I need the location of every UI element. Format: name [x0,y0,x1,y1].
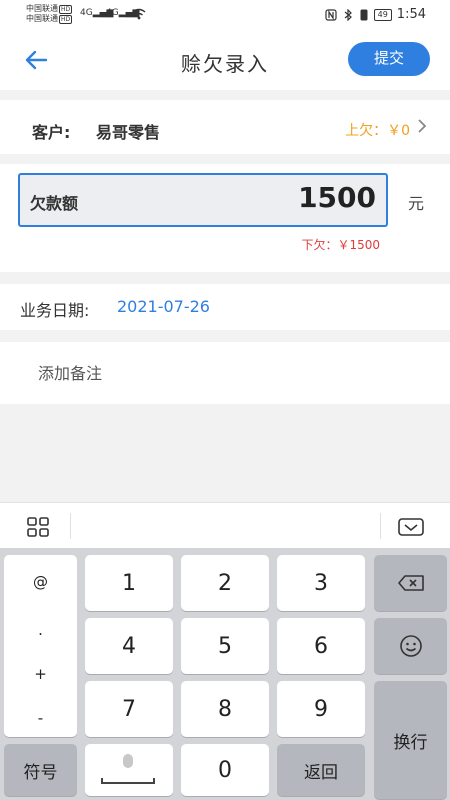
customer-row[interactable]: 客户: 易哥零售 上欠：￥0 [0,100,450,154]
key-5[interactable]: 5 [181,618,269,674]
amount-value: 1500 [298,181,376,214]
space-key[interactable] [85,744,173,796]
chevron-right-icon [418,119,427,133]
key-minus[interactable]: - [4,709,77,727]
emoji-key[interactable] [374,618,447,674]
after-owed: 下欠：￥1500 [301,238,380,252]
carrier-info: 中国联通 HD 中国联通 HD [26,4,73,24]
key-0[interactable]: 0 [181,744,269,796]
back-key[interactable]: 返回 [277,744,365,796]
toolbar-divider [380,513,381,539]
key-1[interactable]: 1 [85,555,173,611]
key-9[interactable]: 9 [277,681,365,737]
key-at[interactable]: @ [4,573,77,591]
carrier-1: 中国联通 [26,4,58,13]
hd-badge-2: HD [59,15,73,24]
smiley-icon [399,635,422,657]
key-4[interactable]: 4 [85,618,173,674]
previous-owed: 上欠：￥0 [345,123,410,139]
hd-badge-1: HD [59,5,73,14]
status-bar: 中国联通 HD 中国联通 HD 4G▂▄▆ 4G▂▄▆ 49 1:54 [0,0,450,30]
key-2[interactable]: 2 [181,555,269,611]
backspace-key[interactable] [374,555,447,611]
carrier-2: 中国联通 [26,14,58,23]
battery-indicator: 49 [373,8,392,21]
date-row: 业务日期: 2021-07-26 [0,284,450,330]
customer-label: 客户: [32,123,71,142]
key-6[interactable]: 6 [277,618,365,674]
grid-icon[interactable] [27,517,49,537]
remark-field[interactable]: 添加备注 [0,342,450,404]
key-plus[interactable]: + [4,665,77,683]
app-header: 赊欠录入 提交 [0,30,450,90]
key-dot[interactable]: . [4,621,77,639]
submit-button[interactable]: 提交 [348,42,430,76]
remark-placeholder: 添加备注 [38,364,103,383]
vibrate-icon [360,9,368,20]
date-picker[interactable]: 2021-07-26 [117,297,210,316]
wifi-icon [132,8,146,20]
bluetooth-icon [344,8,352,21]
toolbar-divider [70,513,71,539]
customer-name: 易哥零售 [96,123,161,142]
amount-unit: 元 [408,194,425,213]
keyboard-hide-icon[interactable] [398,517,424,537]
status-right: 49 1:54 [325,7,426,22]
amount-section: 欠款额 1500 元 下欠：￥1500 [0,164,450,272]
space-bar-icon [101,778,155,784]
symbol-switch-key[interactable]: 符号 [4,744,77,796]
date-label: 业务日期: [20,301,90,320]
key-7[interactable]: 7 [85,681,173,737]
enter-key[interactable]: 换行 [374,681,447,799]
numeric-keyboard: @ . + - 1 2 3 4 5 6 7 8 9 换行 符号 0 返回 [0,548,450,800]
amount-input[interactable]: 欠款额 1500 [18,173,388,227]
symbol-column: @ . + - [4,555,77,737]
key-8[interactable]: 8 [181,681,269,737]
key-3[interactable]: 3 [277,555,365,611]
microphone-icon [123,754,133,768]
keyboard-toolbar [0,502,450,548]
amount-label: 欠款额 [30,194,79,213]
clock: 1:54 [396,7,426,22]
nfc-icon [325,8,337,21]
backspace-icon [397,575,424,591]
